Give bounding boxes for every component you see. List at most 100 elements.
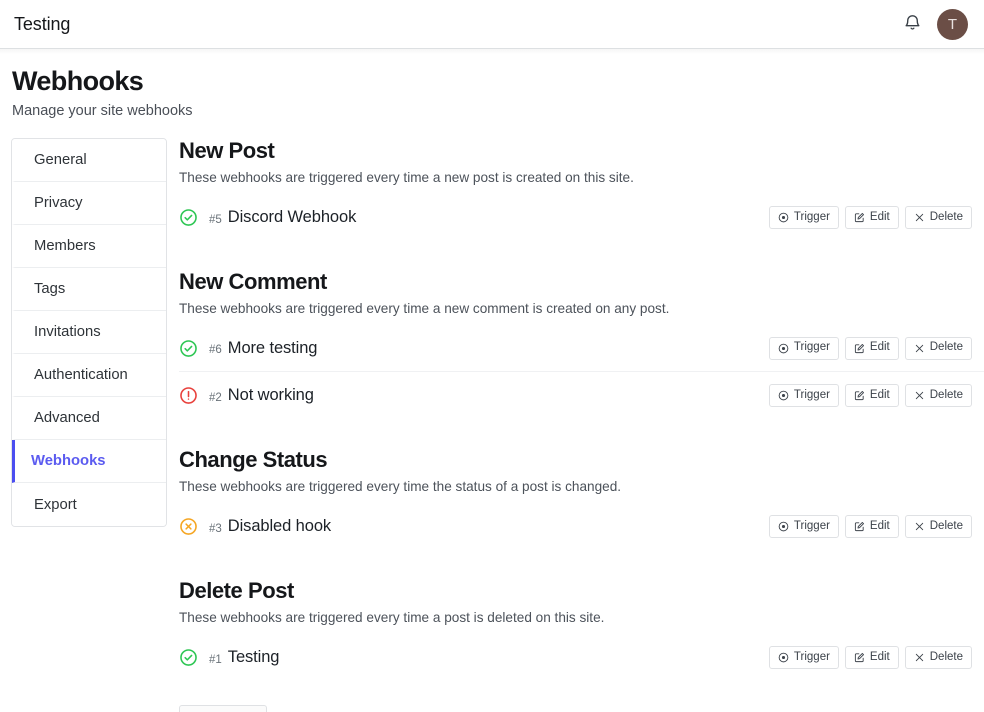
- sidebar-item-authentication[interactable]: Authentication: [12, 354, 166, 397]
- section-description: These webhooks are triggered every time …: [179, 301, 670, 316]
- delete-button-label: Delete: [929, 210, 963, 223]
- delete-webhook-button[interactable]: Delete: [904, 646, 972, 669]
- webhook-actions: Trigger Edit Delete: [768, 384, 984, 407]
- sidebar-item-general[interactable]: General: [12, 139, 166, 182]
- delete-webhook-button[interactable]: Delete: [904, 336, 972, 360]
- target-dot-icon: [778, 521, 789, 532]
- webhook-identity: #2 Not working: [179, 386, 314, 405]
- trigger-webhook-button[interactable]: Trigger: [768, 336, 839, 360]
- sidebar-item-privacy[interactable]: Privacy: [12, 182, 166, 225]
- check-circle-icon: [179, 648, 198, 667]
- close-x-icon: [914, 521, 925, 532]
- pencil-square-icon: [854, 390, 865, 401]
- trigger-button-label: Trigger: [793, 519, 830, 532]
- webhook-section: Change Status These webhooks are triggere…: [179, 447, 984, 550]
- sidebar-item-label: General: [34, 152, 87, 168]
- edit-webhook-button[interactable]: Edit: [844, 336, 899, 360]
- webhook-section: Delete Post These webhooks are triggered …: [179, 578, 984, 681]
- webhooks-content: New Post These webhooks are triggered eve…: [167, 138, 984, 712]
- bell-icon: [903, 13, 922, 35]
- add-new-button[interactable]: Add new: [179, 705, 268, 712]
- sidebar-item-webhooks[interactable]: Webhooks: [12, 440, 166, 483]
- target-dot-icon: [778, 390, 789, 401]
- page-subtitle: Manage your site webhooks: [12, 103, 193, 119]
- webhook-row: #1 Testing Trigger Edit Delete: [179, 634, 984, 681]
- trigger-button-label: Trigger: [793, 388, 830, 401]
- webhook-number: #5: [209, 213, 222, 226]
- trigger-button-label: Trigger: [793, 210, 830, 223]
- sidebar-item-advanced[interactable]: Advanced: [12, 397, 166, 440]
- close-x-icon: [914, 212, 925, 223]
- webhook-row: #5 Discord Webhook Trigger Edit Delete: [179, 194, 984, 241]
- trigger-webhook-button[interactable]: Trigger: [768, 515, 839, 538]
- delete-webhook-button[interactable]: Delete: [904, 384, 972, 407]
- sidebar-item-tags[interactable]: Tags: [12, 268, 166, 311]
- edit-webhook-button[interactable]: Edit: [844, 515, 899, 538]
- sidebar-item-members[interactable]: Members: [12, 225, 166, 268]
- webhook-row: #2 Not working Trigger Edit Delete: [179, 372, 984, 419]
- sidebar-item-invitations[interactable]: Invitations: [12, 311, 166, 354]
- edit-webhook-button[interactable]: Edit: [844, 646, 899, 669]
- page-title: Webhooks: [12, 66, 144, 96]
- edit-button-label: Edit: [869, 210, 890, 223]
- trigger-webhook-button[interactable]: Trigger: [768, 646, 839, 669]
- top-header-bar: Testing T: [0, 0, 984, 54]
- webhook-identity: #6 More testing: [179, 339, 317, 358]
- trigger-webhook-button[interactable]: Trigger: [768, 206, 839, 229]
- webhook-number: #6: [209, 344, 222, 356]
- section-title: Change Status: [179, 447, 328, 472]
- section-description: These webhooks are triggered every time …: [179, 610, 605, 625]
- main-layout: General Privacy Members Tags Invitations Auth…: [0, 120, 984, 712]
- delete-webhook-button[interactable]: Delete: [904, 206, 972, 229]
- trigger-webhook-button[interactable]: Trigger: [768, 384, 839, 407]
- delete-button-label: Delete: [929, 341, 963, 354]
- close-x-icon: [914, 390, 925, 401]
- target-dot-icon: [778, 652, 789, 663]
- section-title: New Comment: [179, 269, 327, 294]
- alert-circle-icon: [179, 386, 198, 405]
- webhook-section: New Comment These webhooks are triggered …: [179, 269, 984, 419]
- webhook-name: Disabled hook: [227, 517, 332, 535]
- delete-webhook-button[interactable]: Delete: [904, 515, 972, 538]
- webhook-row: #6 More testing Trigger Edit Delete: [179, 325, 984, 372]
- delete-button-label: Delete: [929, 650, 963, 663]
- delete-button-label: Delete: [929, 388, 963, 401]
- sidebar-item-label: Webhooks: [31, 453, 106, 469]
- webhook-number: #3: [209, 522, 222, 535]
- webhook-identity: #1 Testing: [179, 648, 279, 667]
- sidebar-item-label: Advanced: [34, 410, 100, 426]
- add-new-container: Add new: [179, 681, 984, 712]
- edit-webhook-button[interactable]: Edit: [844, 384, 899, 407]
- webhook-list: #3 Disabled hook Trigger Edit Delete: [179, 503, 984, 550]
- section-title: Delete Post: [179, 578, 294, 603]
- notifications-button[interactable]: [899, 11, 925, 37]
- webhook-list: #5 Discord Webhook Trigger Edit Delete: [179, 194, 984, 241]
- sidebar-item-label: Invitations: [34, 324, 101, 340]
- edit-button-label: Edit: [869, 650, 890, 663]
- close-x-icon: [914, 343, 925, 354]
- pencil-square-icon: [854, 652, 865, 663]
- check-circle-icon: [179, 208, 198, 227]
- check-circle-icon: [179, 339, 198, 358]
- pencil-square-icon: [854, 521, 865, 532]
- pencil-square-icon: [854, 212, 865, 223]
- section-description: These webhooks are triggered every time …: [179, 170, 634, 185]
- sidebar-item-label: Privacy: [34, 195, 83, 211]
- sidebar-item-label: Tags: [34, 281, 66, 297]
- webhook-name: Testing: [227, 648, 280, 666]
- sidebar-item-export[interactable]: Export: [12, 483, 166, 526]
- target-dot-icon: [778, 212, 789, 223]
- edit-webhook-button[interactable]: Edit: [844, 206, 899, 229]
- avatar[interactable]: T: [937, 8, 968, 40]
- webhook-list: #1 Testing Trigger Edit Delete: [179, 634, 984, 681]
- webhook-identity: #3 Disabled hook: [179, 517, 331, 536]
- webhook-name: More testing: [227, 338, 318, 357]
- edit-button-label: Edit: [869, 388, 890, 401]
- close-x-icon: [914, 652, 925, 663]
- target-dot-icon: [778, 343, 789, 354]
- webhook-name: Discord Webhook: [227, 208, 357, 226]
- section-description: These webhooks are triggered every time …: [179, 479, 622, 494]
